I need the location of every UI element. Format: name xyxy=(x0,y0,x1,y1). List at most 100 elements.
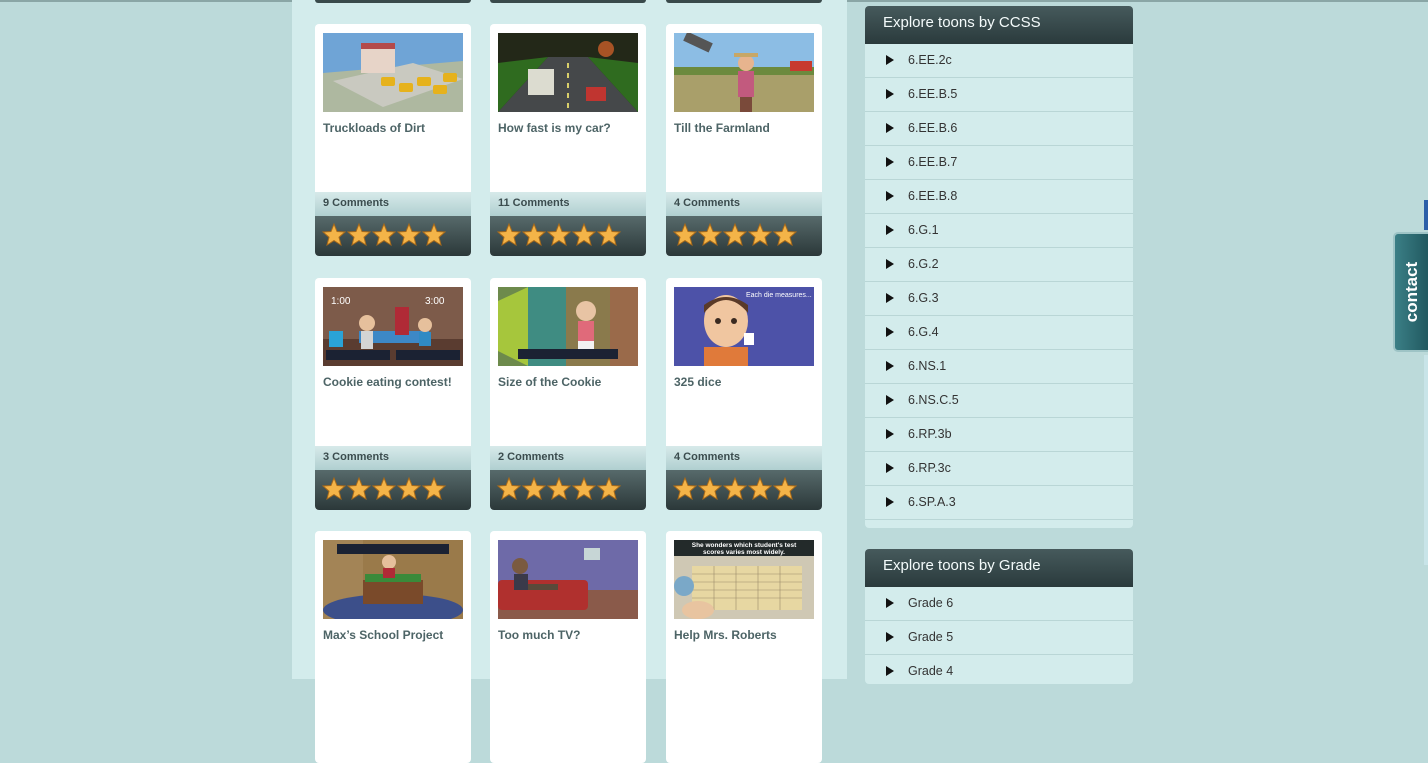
toon-thumbnail[interactable]: Each die measures... xyxy=(674,287,814,366)
ccss-item-label[interactable]: 6.G.4 xyxy=(908,325,939,339)
triangle-right-icon xyxy=(886,191,894,201)
ccss-list: 6.EE.2c 6.EE.B.5 6.EE.B.6 6.EE.B.7 6.EE.… xyxy=(865,44,1133,520)
contact-tab[interactable]: contact xyxy=(1393,232,1428,352)
toon-title[interactable]: Size of the Cookie xyxy=(498,375,638,389)
rating-bar xyxy=(666,216,822,256)
ccss-item-label[interactable]: 6.EE.B.6 xyxy=(908,121,957,135)
ccss-item[interactable]: 6.EE.B.6 xyxy=(865,112,1133,146)
toon-thumbnail[interactable] xyxy=(323,33,463,112)
ccss-item-label[interactable]: 6.G.1 xyxy=(908,223,939,237)
ccss-item[interactable]: 6.EE.B.7 xyxy=(865,146,1133,180)
triangle-right-icon xyxy=(886,429,894,439)
ccss-item[interactable]: 6.NS.1 xyxy=(865,350,1133,384)
ccss-item[interactable]: 6.EE.2c xyxy=(865,44,1133,78)
toon-thumbnail[interactable]: 1:00 3:00 xyxy=(323,287,463,366)
toon-card[interactable]: Size of the Cookie 2 Comments xyxy=(490,278,646,510)
toon-card[interactable]: Till the Farmland 4 Comments xyxy=(666,24,822,256)
ccss-item-label[interactable]: 6.SP.A.3 xyxy=(908,495,956,509)
roberts-caption-line1: She wonders which student's test xyxy=(692,542,797,549)
toon-thumbnail[interactable]: She wonders which student's test scores … xyxy=(674,540,814,619)
comments-bar: 2 Comments xyxy=(490,446,646,470)
grade-item[interactable]: Grade 6 xyxy=(865,587,1133,621)
triangle-right-icon xyxy=(886,123,894,133)
star-icon xyxy=(597,223,621,246)
ccss-item-label[interactable]: 6.G.3 xyxy=(908,291,939,305)
ccss-item-label[interactable]: 6.NS.C.5 xyxy=(908,393,959,407)
star-icon xyxy=(322,223,346,246)
cookie-timer-left: 1:00 xyxy=(331,296,351,307)
star-rating xyxy=(497,223,621,246)
star-icon xyxy=(698,477,722,500)
star-icon xyxy=(397,223,421,246)
toon-thumbnail[interactable] xyxy=(674,33,814,112)
toon-title[interactable]: Truckloads of Dirt xyxy=(323,121,463,135)
star-icon xyxy=(347,223,371,246)
comments-count[interactable]: 9 Comments xyxy=(323,197,389,209)
toon-title[interactable]: Help Mrs. Roberts xyxy=(674,628,814,642)
ccss-item-label[interactable]: 6.EE.B.5 xyxy=(908,87,957,101)
star-rating xyxy=(322,223,446,246)
triangle-right-icon xyxy=(886,55,894,65)
grade-item[interactable]: Grade 4 xyxy=(865,655,1133,684)
triangle-right-icon xyxy=(886,598,894,608)
toon-thumbnail[interactable] xyxy=(498,33,638,112)
star-icon xyxy=(673,477,697,500)
ccss-item-label[interactable]: 6.EE.B.7 xyxy=(908,155,957,169)
ccss-item-label[interactable]: 6.RP.3b xyxy=(908,427,952,441)
star-rating xyxy=(322,477,446,500)
ccss-item[interactable]: 6.RP.3b xyxy=(865,418,1133,452)
toon-title[interactable]: Too much TV? xyxy=(498,628,638,642)
toon-title[interactable]: Cookie eating contest! xyxy=(323,375,463,389)
ccss-item[interactable]: 6.EE.B.5 xyxy=(865,78,1133,112)
ccss-item[interactable]: 6.SP.A.3 xyxy=(865,486,1133,520)
star-icon xyxy=(397,477,421,500)
comments-count[interactable]: 3 Comments xyxy=(323,451,389,463)
comments-count[interactable]: 11 Comments xyxy=(498,197,570,209)
toon-title[interactable]: Max’s School Project xyxy=(323,628,463,642)
star-icon xyxy=(572,477,596,500)
toon-card[interactable]: Truckloads of Dirt 9 Comments xyxy=(315,24,471,256)
star-icon xyxy=(547,477,571,500)
toon-thumbnail[interactable] xyxy=(498,287,638,366)
ccss-item[interactable]: 6.G.4 xyxy=(865,316,1133,350)
grade-item[interactable]: Grade 5 xyxy=(865,621,1133,655)
rating-bar xyxy=(490,470,646,510)
ccss-item[interactable]: 6.G.3 xyxy=(865,282,1133,316)
toon-title[interactable]: 325 dice xyxy=(674,375,814,389)
ccss-item-label[interactable]: 6.RP.3c xyxy=(908,461,951,475)
contact-label[interactable]: contact xyxy=(1402,262,1422,322)
grade-item-label[interactable]: Grade 5 xyxy=(908,630,953,644)
ccss-item[interactable]: 6.NS.C.5 xyxy=(865,384,1133,418)
toon-card[interactable]: Max’s School Project xyxy=(315,531,471,763)
page-edge-accent xyxy=(1424,355,1428,565)
ccss-item[interactable]: 6.G.1 xyxy=(865,214,1133,248)
ccss-item[interactable]: 6.EE.B.8 xyxy=(865,180,1133,214)
toon-thumbnail[interactable] xyxy=(498,540,638,619)
rating-bar xyxy=(315,216,471,256)
star-icon xyxy=(572,223,596,246)
grade-item-label[interactable]: Grade 6 xyxy=(908,596,953,610)
star-icon xyxy=(522,223,546,246)
ccss-item-label[interactable]: 6.NS.1 xyxy=(908,359,946,373)
toon-card[interactable]: 1:00 3:00 Cookie eating contest! 3 Comme… xyxy=(315,278,471,510)
star-icon xyxy=(773,477,797,500)
ccss-item[interactable]: 6.G.2 xyxy=(865,248,1133,282)
toon-title[interactable]: How fast is my car? xyxy=(498,121,638,135)
rating-bar xyxy=(315,470,471,510)
ccss-item[interactable]: 6.RP.3c xyxy=(865,452,1133,486)
toon-card[interactable]: She wonders which student's test scores … xyxy=(666,531,822,763)
toon-card[interactable]: How fast is my car? 11 Comments xyxy=(490,24,646,256)
comments-count[interactable]: 2 Comments xyxy=(498,451,564,463)
comments-count[interactable]: 4 Comments xyxy=(674,197,740,209)
toon-card[interactable]: Each die measures... 325 dice 4 Comments xyxy=(666,278,822,510)
comments-count[interactable]: 4 Comments xyxy=(674,451,740,463)
ccss-item-label[interactable]: 6.EE.B.8 xyxy=(908,189,957,203)
ccss-item-label[interactable]: 6.G.2 xyxy=(908,257,939,271)
toon-title[interactable]: Till the Farmland xyxy=(674,121,814,135)
grade-item-label[interactable]: Grade 4 xyxy=(908,664,953,678)
ccss-item-label[interactable]: 6.EE.2c xyxy=(908,53,952,67)
toon-thumbnail[interactable] xyxy=(323,540,463,619)
toon-card[interactable]: Too much TV? xyxy=(490,531,646,763)
comments-bar: 9 Comments xyxy=(315,192,471,216)
comments-bar: 4 Comments xyxy=(666,446,822,470)
